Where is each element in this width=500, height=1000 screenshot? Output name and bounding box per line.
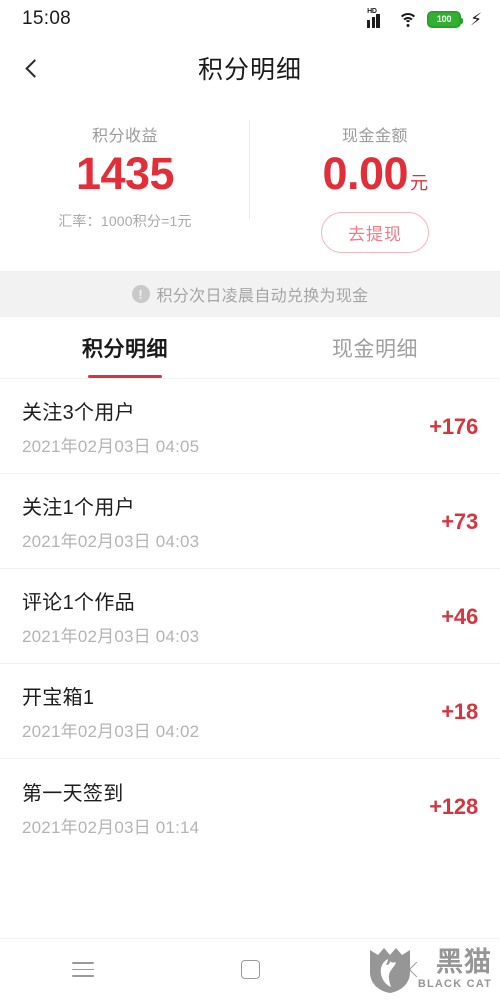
phone-screen: 15:08 HD 100 ⚡ 积分明细 积分收益 1435 汇率：1000积分=… <box>0 0 500 1000</box>
list-item-title: 评论1个作品 <box>22 592 135 615</box>
status-time: 15:08 <box>22 8 72 29</box>
status-bar: 15:08 HD 100 ⚡ <box>0 0 500 38</box>
page-title: 积分明细 <box>197 56 302 84</box>
list-item-amount: +73 <box>441 508 478 534</box>
list-item[interactable]: 评论1个作品 2021年02月03日 04:03 +46 <box>0 569 500 665</box>
wifi-icon <box>398 11 419 27</box>
battery-level: 100 <box>436 14 452 24</box>
home-square-icon <box>240 960 260 979</box>
points-label: 积分收益 <box>91 128 158 145</box>
list-item-date: 2021年02月03日 04:03 <box>22 532 200 552</box>
watermark: 黑猫 BLACK CAT <box>368 946 492 994</box>
points-value: 1435 <box>75 148 175 199</box>
list-item-date: 2021年02月03日 04:03 <box>22 627 200 647</box>
cash-value-wrap: 0.00 元 <box>322 146 428 202</box>
watermark-cn: 黑猫 <box>436 947 492 978</box>
battery-icon: 100 <box>427 10 464 28</box>
list-item-date: 2021年02月03日 04:05 <box>22 437 200 457</box>
points-exchange-rate: 汇率：1000积分=1元 <box>58 213 192 230</box>
hd-signal-icon: HD <box>367 8 389 28</box>
cash-label: 现金金额 <box>341 128 408 145</box>
black-cat-shield-logo <box>369 948 410 993</box>
list-item-title: 关注1个用户 <box>22 497 135 520</box>
list-item-main: 关注3个用户 2021年02月03日 04:05 <box>22 396 199 457</box>
menu-icon <box>72 962 95 977</box>
list-item-date: 2021年02月03日 01:14 <box>22 817 200 837</box>
list-item[interactable]: 关注3个用户 2021年02月03日 04:05 +176 <box>0 379 500 475</box>
tab-cash-detail[interactable]: 现金明细 <box>250 317 500 378</box>
cash-summary: 现金金额 0.00 元 去提现 <box>250 122 500 254</box>
list-item-amount: +128 <box>429 794 478 820</box>
watermark-text: 黑猫 BLACK CAT <box>417 947 492 990</box>
charging-bolt-icon: ⚡ <box>470 9 482 29</box>
summary-panel: 积分收益 1435 汇率：1000积分=1元 现金金额 0.00 元 去提现 <box>0 98 500 271</box>
list-item-title: 关注3个用户 <box>22 402 135 425</box>
exclamation-circle-icon: ! <box>131 285 150 304</box>
watermark-en: BLACK CAT <box>417 977 492 990</box>
list-item-date: 2021年02月03日 04:02 <box>22 722 200 742</box>
hd-label: HD <box>367 8 377 15</box>
list-item[interactable]: 开宝箱1 2021年02月03日 04:02 +18 <box>0 664 500 760</box>
list-item[interactable]: 第一天签到 2021年02月03日 01:14 +128 <box>0 759 500 854</box>
list-item-amount: +46 <box>441 603 478 629</box>
cash-unit: 元 <box>410 173 428 193</box>
list-item-main: 第一天签到 2021年02月03日 01:14 <box>22 777 199 838</box>
summary-divider <box>249 120 250 220</box>
tab-label: 现金明细 <box>332 337 418 361</box>
chevron-left-icon <box>24 58 44 78</box>
list-item-title: 第一天签到 <box>22 782 124 805</box>
list-item-amount: +176 <box>429 413 478 439</box>
tab-bar: 积分明细 现金明细 <box>0 317 500 380</box>
tab-label: 积分明细 <box>82 337 168 361</box>
navigation-bar: 黑猫 BLACK CAT <box>0 938 500 1000</box>
notice-text: 积分次日凌晨自动兑换为现金 <box>156 288 369 306</box>
notice-banner: ! 积分次日凌晨自动兑换为现金 <box>0 271 500 318</box>
cash-value: 0.00 <box>322 148 409 199</box>
list-item-amount: +18 <box>441 698 478 724</box>
back-button[interactable] <box>14 48 54 88</box>
list-item-main: 评论1个作品 2021年02月03日 04:03 <box>22 586 199 647</box>
app-bar: 积分明细 <box>0 38 500 98</box>
list-item-title: 开宝箱1 <box>22 687 95 710</box>
withdraw-button[interactable]: 去提现 <box>321 212 429 254</box>
nav-menu-button[interactable] <box>0 939 167 1000</box>
status-icons: HD 100 ⚡ <box>367 8 482 29</box>
list-item-main: 开宝箱1 2021年02月03日 04:02 <box>22 681 199 742</box>
list-item-main: 关注1个用户 2021年02月03日 04:03 <box>22 491 199 552</box>
nav-home-button[interactable] <box>167 939 334 1000</box>
list-item[interactable]: 关注1个用户 2021年02月03日 04:03 +73 <box>0 474 500 570</box>
transaction-list: 关注3个用户 2021年02月03日 04:05 +176 关注1个用户 202… <box>0 379 500 854</box>
points-summary: 积分收益 1435 汇率：1000积分=1元 <box>0 122 250 253</box>
tab-points-detail[interactable]: 积分明细 <box>0 317 250 378</box>
